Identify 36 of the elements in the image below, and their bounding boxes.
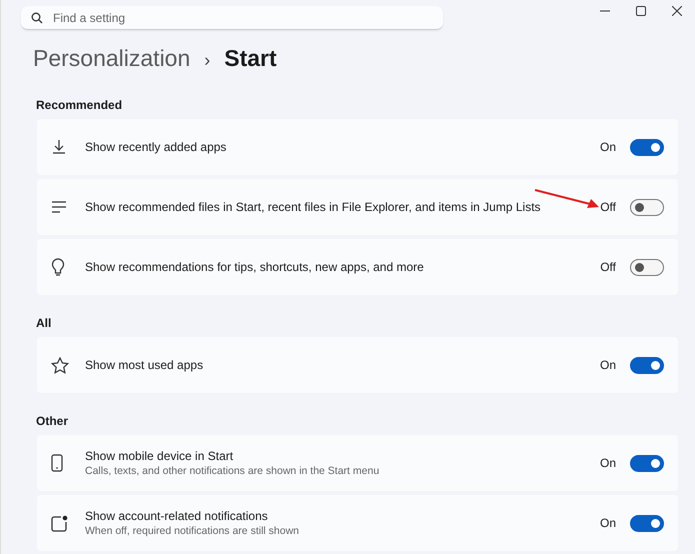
toggle-state-label: On [600,358,616,372]
toggle-switch[interactable] [630,138,664,156]
breadcrumb-separator: › [204,50,210,71]
download-icon [51,139,67,155]
toggle-switch[interactable] [630,514,664,532]
toggle-state-label: Off [600,260,616,274]
star-icon [51,356,69,374]
setting-label: Show account-related notifications [85,509,269,523]
section-header: All [35,315,52,332]
page-title: Start [224,45,277,72]
toggle-state-label: On [600,516,616,530]
lightbulb-icon [51,258,65,276]
toggle-switch[interactable] [630,356,664,374]
setting-label: Show recommendations for tips, shortcuts, new apps, and more [85,260,425,274]
maximize-icon [636,6,646,16]
toggle-state-label: On [600,140,616,154]
setting-description: Calls, texts, and other notifications are shown in the Start menu [85,465,380,477]
toggle-state-label: On [600,456,616,470]
toggle-state-label: Off [600,200,616,214]
breadcrumb-parent[interactable]: Personalization [33,45,190,72]
search-icon [31,12,43,24]
setting-label: Show most used apps [85,358,204,372]
toggle-switch[interactable] [630,454,664,472]
notification-icon [51,514,68,532]
close-icon [672,6,682,16]
lines-icon [51,201,67,213]
toggle-switch[interactable] [630,258,664,276]
search-field[interactable]: Find a setting [21,6,443,30]
phone-icon [51,454,63,472]
setting-label: Show recommended files in Start, recent files in File Explorer, and items in Jump Lists [85,200,542,214]
section-header: Other [35,413,70,430]
setting-label: Show recently added apps [85,140,228,154]
section-header: Recommended [35,97,124,114]
setting-label: Show mobile device in Start [85,449,234,463]
toggle-switch[interactable] [630,198,664,216]
setting-description: When off, required notifications are still shown [85,525,300,537]
